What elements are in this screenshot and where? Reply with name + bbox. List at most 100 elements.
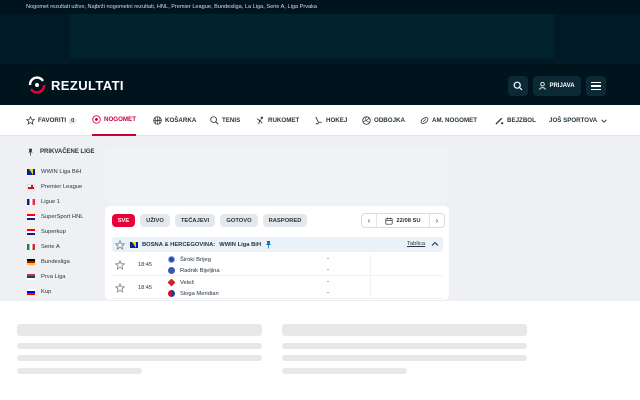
away-score: -	[327, 290, 329, 296]
sidebar-league-serie-a[interactable]: Serie A	[27, 244, 60, 250]
sidebar-league-ligue-1[interactable]: Ligue 1	[27, 199, 60, 205]
match-row[interactable]: 18:45 Velež Sloga Meridian - -	[112, 277, 443, 299]
tab-sve[interactable]: SVE	[112, 214, 135, 227]
volleyball-icon	[362, 116, 371, 125]
skeleton-line	[17, 324, 262, 336]
top-header: Nogomet rezultati uživo, Najbrži nogomet…	[0, 0, 640, 105]
skeleton-line	[17, 355, 262, 361]
nav-item-am-nogomet[interactable]: AM. NOGOMET	[420, 105, 477, 136]
chevron-up-icon[interactable]	[430, 239, 440, 249]
team-crest-icon	[168, 267, 175, 274]
pinned-leagues-title: PRIKVAČENE LIGE	[27, 148, 95, 156]
baseball-icon	[495, 117, 504, 125]
handball-icon	[256, 116, 264, 125]
soccer-ball-icon	[92, 115, 101, 124]
nav-item-kosarka[interactable]: KOŠARKA	[153, 105, 196, 136]
skeleton-line	[282, 355, 527, 361]
american-football-icon	[420, 117, 429, 124]
tennis-icon	[210, 116, 219, 125]
flag-germany-icon	[27, 259, 35, 265]
sidebar-league-prva-liga[interactable]: Prva Liga	[27, 274, 66, 280]
nav-item-hokej[interactable]: HOKEJ	[314, 105, 347, 136]
flag-croatia-icon	[27, 214, 35, 220]
favorites-count-badge: 0	[69, 117, 77, 124]
date-picker: ‹ 22/08 SU ›	[361, 213, 445, 228]
ad-banner	[70, 14, 554, 58]
previous-day-button[interactable]: ‹	[362, 216, 376, 225]
home-score: -	[327, 279, 329, 285]
tab-uzivo[interactable]: UŽIVO	[140, 214, 170, 227]
team-crest-icon	[168, 256, 175, 263]
match-time: 18:45	[138, 262, 152, 268]
sidebar-league-wwin-liga-bih[interactable]: WWIN Liga BiH	[27, 169, 81, 175]
login-button[interactable]: PRIJAVA	[533, 76, 581, 96]
home-team: Široki Brijeg	[168, 256, 211, 263]
away-team: Radnik Bijeljina	[168, 267, 220, 274]
skeleton-line	[282, 368, 407, 374]
away-score: -	[327, 267, 329, 273]
flag-serbia-icon	[27, 274, 35, 280]
team-crest-icon	[167, 278, 176, 287]
flag-croatia-icon	[27, 229, 35, 235]
flag-slovenia-icon	[27, 289, 35, 295]
logo-mark-icon	[27, 75, 47, 95]
user-icon	[539, 82, 547, 90]
chevron-down-icon	[601, 118, 607, 123]
pin-icon	[28, 148, 33, 156]
nav-item-jos-sportova[interactable]: JOŠ SPORTOVA	[549, 105, 611, 136]
date-select[interactable]: 22/08 SU	[376, 214, 430, 227]
sidebar-league-supersport-hnl[interactable]: SuperSport HNL	[27, 214, 84, 220]
flag-france-icon	[27, 199, 35, 205]
hamburger-icon	[591, 81, 601, 83]
search-icon	[513, 81, 523, 91]
nav-item-favoriti[interactable]: FAVORITI 0	[26, 105, 77, 136]
flag-england-icon	[27, 184, 35, 190]
sport-nav: FAVORITI 0 NOGOMET KOŠARKA TENIS RUKOMET…	[0, 105, 640, 136]
menu-button[interactable]	[586, 76, 606, 96]
login-label: PRIJAVA	[549, 83, 575, 89]
sidebar-league-superkup[interactable]: Superkup	[27, 229, 66, 235]
nav-item-tenis[interactable]: TENIS	[210, 105, 240, 136]
league-name[interactable]: WWIN Liga BiH	[219, 242, 261, 248]
nav-item-bejzbol[interactable]: BEJZBOL	[495, 105, 536, 136]
sidebar-league-premier-league[interactable]: Premier League	[27, 184, 82, 190]
skeleton-line	[282, 324, 527, 336]
star-icon[interactable]	[115, 283, 125, 293]
tab-tecajevi[interactable]: TEČAJEVI	[175, 214, 215, 227]
date-label: 22/08 SU	[396, 217, 421, 224]
logo[interactable]: REZULTATI	[27, 75, 124, 95]
nav-item-rukomet[interactable]: RUKOMET	[256, 105, 299, 136]
search-button[interactable]	[508, 76, 528, 96]
league-country: BOSNA & HERCEGOVINA:	[142, 241, 216, 248]
basketball-icon	[153, 116, 162, 125]
tab-raspored[interactable]: RASPORED	[263, 214, 307, 227]
skeleton-line	[282, 343, 527, 349]
away-team: Sloga Meridian	[168, 290, 219, 297]
hockey-icon	[315, 116, 322, 125]
nav-item-odbojka[interactable]: ODBOJKA	[362, 105, 405, 136]
logo-text: REZULTATI	[51, 77, 124, 93]
league-header: BOSNA & HERCEGOVINA: WWIN Liga BiH Tabli…	[112, 237, 443, 252]
skeleton-line	[17, 368, 142, 374]
sidebar-league-kup[interactable]: Kup	[27, 289, 51, 295]
flag-italy-icon	[27, 244, 35, 250]
match-row[interactable]: 18:45 Široki Brijeg Radnik Bijeljina - -	[112, 254, 443, 276]
sidebar-league-bundesliga[interactable]: Bundesliga	[27, 259, 70, 265]
next-day-button[interactable]: ›	[430, 216, 444, 225]
star-icon[interactable]	[115, 239, 125, 250]
star-icon[interactable]	[115, 260, 125, 270]
seo-text: Nogomet rezultati uživo, Najbrži nogomet…	[26, 4, 318, 10]
pin-icon[interactable]	[265, 240, 272, 249]
loading-overlay	[0, 301, 640, 400]
nav-item-nogomet[interactable]: NOGOMET	[92, 105, 136, 136]
content-ad-placeholder	[105, 148, 449, 202]
home-score: -	[327, 256, 329, 262]
flag-bosnia-icon	[27, 169, 35, 175]
match-time: 18:45	[138, 285, 152, 291]
tab-gotovo[interactable]: GOTOVO	[220, 214, 258, 227]
star-icon	[26, 116, 35, 125]
skeleton-line	[17, 343, 262, 349]
team-crest-icon	[168, 290, 175, 297]
flag-bosnia-icon	[130, 241, 138, 248]
standings-link[interactable]: Tablica	[407, 241, 425, 247]
